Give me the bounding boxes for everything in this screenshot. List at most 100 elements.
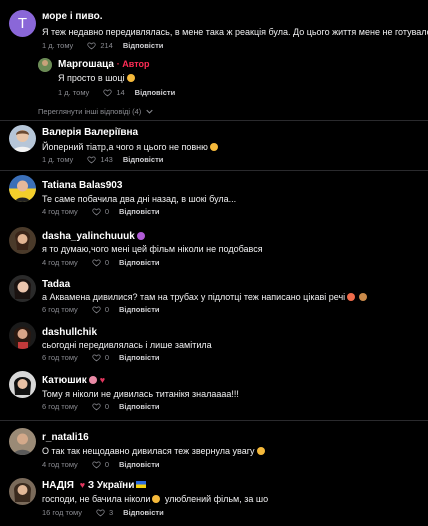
heart-icon <box>92 403 101 411</box>
like-button[interactable]: 14 <box>103 88 125 97</box>
comment-text: Йоперний тіатр,а чого я цього не повню <box>42 142 218 152</box>
comment-time: 4 год тому <box>42 258 78 267</box>
like-button[interactable]: 143 <box>87 155 113 164</box>
avatar-image <box>9 227 36 254</box>
like-count: 214 <box>100 41 113 50</box>
comment-time: 6 год тому <box>42 353 78 362</box>
comment-time: 1 д. тому <box>42 155 74 164</box>
like-button[interactable]: 0 <box>92 460 109 469</box>
like-button[interactable]: 3 <box>96 508 113 517</box>
reply-button[interactable]: Відповісти <box>135 88 176 97</box>
like-count: 0 <box>104 207 109 216</box>
emoji-icon <box>126 74 135 82</box>
comment-meta: 16 год тому 3 Відповісти <box>42 508 164 517</box>
comment-author[interactable]: Tadaa <box>42 279 70 290</box>
avatar[interactable] <box>9 322 36 349</box>
more-replies-label: Переглянути інші відповіді (4) <box>38 107 142 116</box>
comment-text-suffix: улюблений фільм, за шо <box>164 494 269 504</box>
emoji-icon <box>209 143 218 151</box>
emoji-icon <box>347 293 356 301</box>
ukraine-flag-icon <box>136 481 147 488</box>
comment-author[interactable]: r_natali16 <box>42 432 89 443</box>
author-name: Катюшик <box>42 375 87 386</box>
avatar[interactable] <box>9 275 36 302</box>
heart-emoji-icon: ♥ <box>79 480 86 490</box>
reply-button[interactable]: Відповісти <box>123 155 164 164</box>
reply-button[interactable]: Відповісти <box>119 460 160 469</box>
avatar-image <box>9 125 36 152</box>
comment-author[interactable]: море і пиво. <box>42 11 102 22</box>
comment-text: а Аквамена дивилися? там на трубах у під… <box>42 292 368 302</box>
avatar-image <box>9 478 36 505</box>
reply-button[interactable]: Відповісти <box>119 305 160 314</box>
avatar-image <box>9 322 36 349</box>
like-count: 0 <box>104 353 109 362</box>
reply-button[interactable]: Відповісти <box>119 258 160 267</box>
emoji-icon <box>256 447 265 455</box>
comment-text: Я теж недавно передивлялась, в мене така… <box>42 27 428 37</box>
like-count: 0 <box>104 460 109 469</box>
like-button[interactable]: 0 <box>92 353 109 362</box>
comment-meta: 6 год тому 0 Відповісти <box>42 353 160 362</box>
chevron-down-icon <box>146 109 154 114</box>
author-badge: · Автор <box>116 59 150 69</box>
avatar[interactable] <box>38 58 52 72</box>
comment-author[interactable]: Tatiana Balas903 <box>42 180 122 191</box>
reply-button[interactable]: Відповісти <box>119 402 160 411</box>
comment-text: Я просто в шоці <box>58 73 135 83</box>
view-more-replies[interactable]: Переглянути інші відповіді (4) <box>38 107 154 116</box>
comment-time: 1 д. тому <box>58 88 90 97</box>
like-button[interactable]: 0 <box>92 402 109 411</box>
reply-button[interactable]: Відповісти <box>119 207 160 216</box>
avatar[interactable] <box>9 371 36 398</box>
avatar-image <box>9 371 36 398</box>
divider <box>0 120 428 121</box>
emoji-icon <box>152 495 161 503</box>
comment-time: 4 год тому <box>42 460 78 469</box>
reply-button[interactable]: Відповісти <box>119 353 160 362</box>
avatar-image <box>9 175 36 202</box>
comment-time: 6 год тому <box>42 305 78 314</box>
heart-icon <box>103 89 112 97</box>
like-button[interactable]: 0 <box>92 207 109 216</box>
comment-text: господи, не бачила ніколи улюблений філь… <box>42 494 268 504</box>
like-count: 0 <box>104 258 109 267</box>
comment-text: сьогодні передивлялась і лише замітила <box>42 340 212 350</box>
avatar[interactable] <box>9 428 36 455</box>
like-button[interactable]: 214 <box>87 41 113 50</box>
comment-author[interactable]: dasha_yalinchuuuk <box>42 231 145 242</box>
comment-author[interactable]: Маргошаца · Автор <box>58 59 149 70</box>
comment-meta: 4 год тому 0 Відповісти <box>42 258 160 267</box>
heart-icon <box>92 461 101 469</box>
comment-author[interactable]: Катюшик ♥ <box>42 375 105 386</box>
avatar[interactable] <box>9 125 36 152</box>
comment-meta: 4 год тому 0 Відповісти <box>42 460 160 469</box>
comment-meta: 1 д. тому 14 Відповісти <box>58 88 175 97</box>
like-button[interactable]: 0 <box>92 305 109 314</box>
comment-text: Тому я ніколи не дивилась титанікя знала… <box>42 389 239 399</box>
like-count: 14 <box>116 88 125 97</box>
comment-meta: 1 д. тому 214 Відповісти <box>42 41 163 50</box>
avatar[interactable] <box>9 227 36 254</box>
reply-button[interactable]: Відповісти <box>123 41 164 50</box>
comment-author[interactable]: Валерія Валеріївна <box>42 127 138 138</box>
heart-icon <box>92 354 101 362</box>
avatar[interactable] <box>9 175 36 202</box>
comment-author[interactable]: dashullchik <box>42 327 97 338</box>
like-button[interactable]: 0 <box>92 258 109 267</box>
author-name: dasha_yalinchuuuk <box>42 231 135 242</box>
heart-icon <box>92 208 101 216</box>
heart-icon <box>92 306 101 314</box>
comment-meta: 1 д. тому 143 Відповісти <box>42 155 163 164</box>
heart-emoji-icon <box>136 232 145 240</box>
comment-meta: 6 год тому 0 Відповісти <box>42 402 160 411</box>
comment-time: 4 год тому <box>42 207 78 216</box>
comment-text-content: а Аквамена дивилися? там на трубах у під… <box>42 292 346 302</box>
reply-button[interactable]: Відповісти <box>123 508 164 517</box>
comment-time: 1 д. тому <box>42 41 74 50</box>
divider <box>0 170 428 171</box>
comment-author[interactable]: НАДІЯ ♥ З України <box>42 480 147 491</box>
heart-icon <box>87 42 96 50</box>
avatar[interactable]: T <box>9 10 36 37</box>
avatar[interactable] <box>9 478 36 505</box>
